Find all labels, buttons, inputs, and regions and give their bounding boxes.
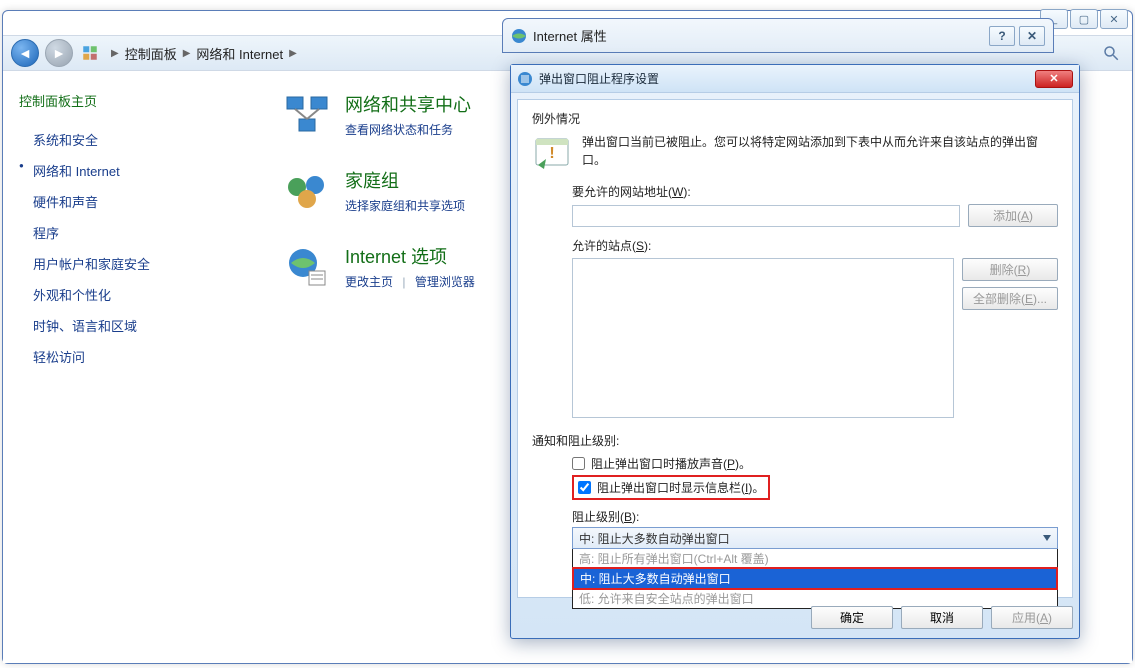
sidebar-item-hardware[interactable]: 硬件和声音 [19, 186, 237, 217]
chevron-right-icon: ▶ [183, 48, 191, 59]
control-panel-icon [79, 42, 101, 64]
sidebar-item-system[interactable]: 系统和安全 [19, 124, 237, 155]
svg-text:!: ! [549, 145, 554, 162]
category-title[interactable]: Internet 选项 [345, 243, 475, 269]
sidebar-item-appearance[interactable]: 外观和个性化 [19, 279, 237, 310]
dialog-title: 弹出窗口阻止程序设置 [539, 70, 659, 87]
allowed-sites-label: 允许的站点(S): [572, 237, 1058, 254]
globe-icon [511, 28, 527, 44]
homegroup-icon [283, 167, 331, 215]
search-icon[interactable] [1098, 40, 1124, 66]
apply-button[interactable]: 应用(A) [991, 606, 1073, 629]
combo-selected-value: 中: 阻止大多数自动弹出窗口 [579, 530, 730, 547]
show-infobar-checkbox[interactable] [578, 481, 591, 494]
settings-icon [517, 71, 533, 87]
category-link[interactable]: 查看网络状态和任务 [345, 123, 453, 137]
category-link[interactable]: 更改主页 [345, 275, 393, 289]
exceptions-label: 例外情况 [532, 110, 1058, 127]
chevron-down-icon [1043, 535, 1051, 541]
sidebar: 控制面板主页 系统和安全 网络和 Internet 硬件和声音 程序 用户帐户和… [3, 73, 253, 390]
add-button[interactable]: 添加(A) [968, 204, 1058, 227]
close-button[interactable]: ✕ [1019, 26, 1045, 46]
link-separator: | [402, 275, 405, 289]
play-sound-label: 阻止弹出窗口时播放声音(P)。 [591, 455, 751, 472]
play-sound-checkbox[interactable] [572, 457, 585, 470]
remove-button[interactable]: 删除(R) [962, 258, 1058, 281]
breadcrumb-item[interactable]: 网络和 Internet [196, 44, 283, 63]
ok-button[interactable]: 确定 [811, 606, 893, 629]
internet-options-icon [283, 243, 331, 291]
highlight-option-medium: 中: 阻止大多数自动弹出窗口 [572, 567, 1058, 590]
category-title[interactable]: 网络和共享中心 [345, 91, 471, 117]
chevron-right-icon: ▶ [111, 48, 119, 59]
allow-address-label: 要允许的网站地址(W): [572, 183, 1058, 200]
breadcrumb[interactable]: ▶ 控制面板 ▶ 网络和 Internet ▶ [111, 44, 297, 63]
block-level-option-medium[interactable]: 中: 阻止大多数自动弹出窗口 [574, 569, 1056, 588]
block-level-combobox[interactable]: 中: 阻止大多数自动弹出窗口 [572, 527, 1058, 549]
dialog-title: Internet 属性 [533, 26, 607, 45]
nav-forward-button[interactable]: ► [45, 39, 73, 67]
popup-blocker-settings-dialog: 弹出窗口阻止程序设置 ✕ 例外情况 ! 弹出窗口当前已被阻止。您可以将特定网站添… [510, 64, 1080, 639]
internet-properties-dialog: Internet 属性 ? ✕ [502, 18, 1054, 53]
category-link[interactable]: 选择家庭组和共享选项 [345, 199, 465, 213]
block-level-option-high[interactable]: 高: 阻止所有弹出窗口(Ctrl+Alt 覆盖) [573, 549, 1057, 568]
cancel-button[interactable]: 取消 [901, 606, 983, 629]
network-sharing-icon [283, 91, 331, 139]
breadcrumb-item[interactable]: 控制面板 [125, 44, 177, 63]
allow-address-input[interactable] [572, 205, 960, 227]
nav-back-button[interactable]: ◄ [11, 39, 39, 67]
sidebar-item-clock[interactable]: 时钟、语言和区域 [19, 310, 237, 341]
info-icon: ! [532, 133, 572, 173]
highlight-show-infobar: 阻止弹出窗口时显示信息栏(I)。 [572, 475, 770, 500]
sidebar-item-programs[interactable]: 程序 [19, 217, 237, 248]
category-link[interactable]: 管理浏览器 [415, 275, 475, 289]
category-title[interactable]: 家庭组 [345, 167, 465, 193]
dialog-titlebar: 弹出窗口阻止程序设置 ✕ [511, 65, 1079, 93]
sidebar-item-users[interactable]: 用户帐户和家庭安全 [19, 248, 237, 279]
help-button[interactable]: ? [989, 26, 1015, 46]
dialog-footer: 确定 取消 应用(A) [517, 602, 1073, 632]
allowed-sites-listbox[interactable] [572, 258, 954, 418]
dialog-body: 例外情况 ! 弹出窗口当前已被阻止。您可以将特定网站添加到下表中从而允许来自该站… [517, 99, 1073, 598]
show-infobar-label: 阻止弹出窗口时显示信息栏(I)。 [597, 479, 764, 496]
sidebar-heading[interactable]: 控制面板主页 [19, 91, 237, 110]
chevron-right-icon: ▶ [289, 48, 297, 59]
sidebar-item-network[interactable]: 网络和 Internet [19, 155, 237, 186]
close-button[interactable]: ✕ [1100, 9, 1128, 29]
info-text: 弹出窗口当前已被阻止。您可以将特定网站添加到下表中从而允许来自该站点的弹出窗口。 [582, 133, 1058, 169]
sidebar-item-ease[interactable]: 轻松访问 [19, 341, 237, 372]
block-level-label: 阻止级别(B): [572, 508, 1058, 525]
notification-heading: 通知和阻止级别: [532, 432, 1058, 449]
block-level-dropdown: 高: 阻止所有弹出窗口(Ctrl+Alt 覆盖) 中: 阻止大多数自动弹出窗口 … [572, 548, 1058, 609]
maximize-button[interactable]: ▢ [1070, 9, 1098, 29]
close-button[interactable]: ✕ [1035, 70, 1073, 88]
remove-all-button[interactable]: 全部删除(E)... [962, 287, 1058, 310]
